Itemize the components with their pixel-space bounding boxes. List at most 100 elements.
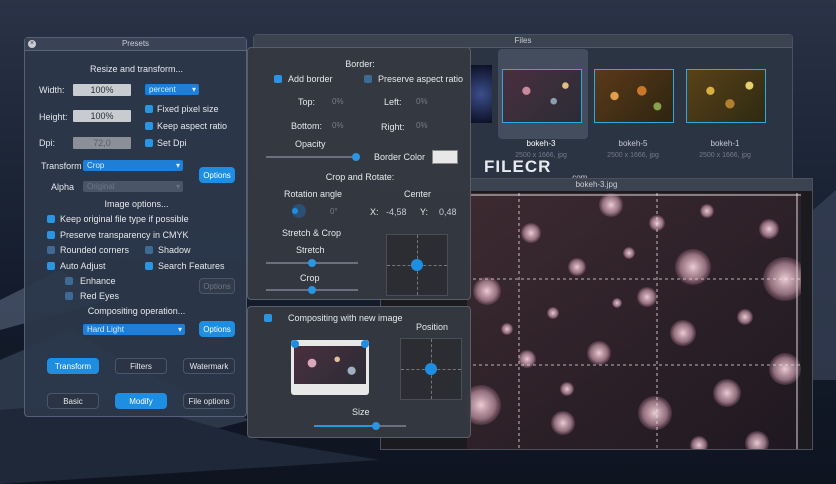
thumbnail-bokeh-5[interactable] (594, 69, 674, 123)
center-picker-handle[interactable] (411, 259, 423, 271)
opacity-slider-knob[interactable] (352, 153, 360, 161)
composite-image-preview (294, 346, 366, 384)
preview-image[interactable] (467, 193, 801, 449)
center-position-picker[interactable] (386, 234, 448, 296)
left-label: Left: (384, 97, 402, 107)
partial-thumbnail[interactable] (470, 65, 492, 123)
transform-label: Transform (41, 161, 82, 171)
bottom-label: Bottom: (291, 121, 323, 131)
alpha-dropdown[interactable]: Original (83, 181, 183, 192)
fixed-pixel-label: Fixed pixel size (157, 104, 219, 114)
border-heading: Border: (345, 59, 375, 69)
image-options-button[interactable]: Options (199, 278, 235, 294)
size-slider-knob[interactable] (372, 422, 380, 430)
auto-adjust-checkbox[interactable] (47, 262, 55, 270)
border-color-label: Border Color (374, 152, 426, 162)
center-y-label: Y: (420, 207, 429, 217)
shadow-label: Shadow (158, 245, 191, 255)
watermark-logo: FILECR (484, 157, 552, 176)
compositing-heading: Compositing operation... (87, 306, 186, 316)
preserve-aspect-checkbox[interactable] (364, 75, 372, 83)
transform-dropdown[interactable]: Crop (83, 160, 183, 171)
tab-file-options[interactable]: File options (183, 393, 235, 409)
compositing-panel: Compositing with new image Position Size (247, 306, 471, 438)
image-options-heading: Image options... (104, 199, 169, 209)
bottom-value[interactable]: 0% (332, 121, 344, 130)
thumbnail-bokeh-3[interactable] (502, 69, 582, 123)
thumb-label-bokeh-3: bokeh-3 (526, 139, 556, 148)
compositing-checkbox[interactable] (264, 314, 272, 322)
tab-basic[interactable]: Basic (47, 393, 99, 409)
dpi-field[interactable]: 72,0 (73, 137, 131, 149)
set-dpi-checkbox[interactable] (145, 139, 153, 147)
keep-original-label: Keep original file type if possible (60, 214, 189, 224)
stretch-crop-label: Stretch & Crop (282, 228, 342, 238)
tab-watermark[interactable]: Watermark (183, 358, 235, 374)
keep-aspect-checkbox[interactable] (145, 122, 153, 130)
fixed-pixel-checkbox[interactable] (145, 105, 153, 113)
alpha-label: Alpha (51, 182, 75, 192)
opacity-slider[interactable] (266, 153, 360, 161)
preserve-cmyk-label: Preserve transparency in CMYK (60, 230, 189, 240)
composite-position-picker[interactable] (400, 338, 462, 400)
width-field[interactable]: 100% (73, 84, 131, 96)
border-color-well[interactable] (432, 150, 458, 164)
keep-original-checkbox[interactable] (47, 215, 55, 223)
red-eyes-checkbox[interactable] (65, 292, 73, 300)
top-label: Top: (298, 97, 316, 107)
compositing-options-button[interactable]: Options (199, 321, 235, 337)
height-label: Height: (39, 112, 68, 122)
composite-handle-right[interactable] (361, 340, 369, 348)
center-label: Center (404, 189, 432, 199)
bokeh-image-render (467, 193, 801, 449)
right-label: Right: (381, 122, 405, 132)
preserve-aspect-label: Preserve aspect ratio (378, 74, 464, 84)
tab-transform[interactable]: Transform (47, 358, 99, 374)
tab-modify[interactable]: Modify (115, 393, 167, 409)
add-border-checkbox[interactable] (274, 75, 282, 83)
search-features-label: Search Features (158, 261, 225, 271)
close-icon[interactable]: × (28, 40, 36, 48)
search-features-checkbox[interactable] (145, 262, 153, 270)
enhance-checkbox[interactable] (65, 277, 73, 285)
tab-filters[interactable]: Filters (115, 358, 167, 374)
left-value[interactable]: 0% (416, 97, 428, 106)
center-y-value[interactable]: 0,48 (439, 207, 457, 217)
top-value[interactable]: 0% (332, 97, 344, 106)
rotation-value[interactable]: 0° (330, 207, 338, 216)
thumb-label-bokeh-5: bokeh-5 (618, 139, 648, 148)
center-x-value[interactable]: -4,58 (386, 207, 407, 217)
stretch-slider-knob[interactable] (308, 259, 316, 267)
rounded-corners-label: Rounded corners (60, 245, 130, 255)
dpi-label: Dpi: (39, 138, 56, 148)
composite-image-frame[interactable] (291, 340, 369, 395)
rotation-dial[interactable] (292, 204, 306, 218)
transform-options-button[interactable]: Options (199, 167, 235, 183)
add-border-label: Add border (288, 74, 333, 84)
presets-titlebar: × Presets (25, 38, 246, 51)
size-slider[interactable] (314, 422, 406, 430)
crop-slider[interactable] (266, 286, 358, 294)
position-picker-handle[interactable] (425, 363, 437, 375)
shadow-checkbox[interactable] (145, 246, 153, 254)
height-field[interactable]: 100% (73, 110, 131, 122)
crop-rotate-heading: Crop and Rotate: (325, 172, 395, 182)
thumb-size-bokeh-5: 2500 x 1666, jpg (607, 152, 659, 159)
keep-aspect-label: Keep aspect ratio (157, 121, 228, 131)
right-value[interactable]: 0% (416, 121, 428, 130)
stretch-slider[interactable] (266, 259, 358, 267)
position-label: Position (416, 322, 449, 332)
compositing-dropdown[interactable]: Hard Light (83, 324, 185, 335)
thumbnail-bokeh-1[interactable] (686, 69, 766, 123)
presets-title: Presets (121, 39, 150, 48)
rotation-label: Rotation angle (284, 189, 343, 199)
unit-dropdown[interactable]: percent (145, 84, 199, 95)
size-slider-fill (314, 425, 374, 427)
set-dpi-label: Set Dpi (157, 138, 187, 148)
center-x-label: X: (370, 207, 379, 217)
rounded-corners-checkbox[interactable] (47, 246, 55, 254)
crop-slider-knob[interactable] (308, 286, 316, 294)
preserve-cmyk-checkbox[interactable] (47, 231, 55, 239)
thumb-size-bokeh-1: 2500 x 1666, jpg (699, 152, 751, 159)
composite-handle-left[interactable] (291, 340, 299, 348)
